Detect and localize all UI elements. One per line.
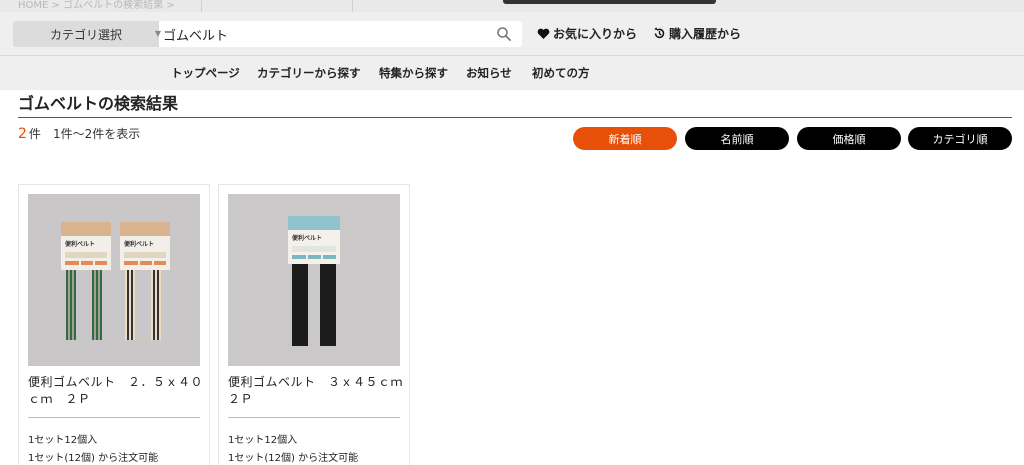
sort-name-button[interactable]: 名前順 — [685, 127, 789, 150]
card-divider — [28, 417, 200, 418]
sort-price-button[interactable]: 価格順 — [797, 127, 901, 150]
product-photo: 便利ベルト — [228, 194, 400, 366]
breadcrumb[interactable]: HOME > ゴムベルトの検索結果 > — [18, 0, 175, 11]
product-card[interactable]: 便利ベルト 便利ベルト 便利ゴムベルト ２．５ｘ４０ｃｍ ２Ｐ 1セット12個入… — [18, 184, 210, 465]
history-icon — [654, 27, 665, 39]
chevron-down-icon: ▼ — [154, 29, 161, 38]
package-label: 便利ベルト — [65, 240, 95, 248]
package-label: 便利ベルト — [124, 240, 154, 248]
nav-item-news[interactable]: お知らせ — [466, 65, 512, 81]
product-image[interactable]: 便利ベルト — [228, 194, 400, 366]
title-divider — [18, 117, 1012, 118]
history-link-label: 購入履歴から — [669, 27, 742, 41]
result-count: 2 件 1件～2件を表示 — [18, 125, 140, 142]
sort-newest-button[interactable]: 新着順 — [573, 127, 677, 150]
top-strip: HOME > ゴムベルトの検索結果 > — [0, 0, 1024, 12]
global-nav: トップページ カテゴリーから探す 特集から探す お知らせ 初めての方 — [0, 65, 1024, 81]
history-link[interactable]: 購入履歴から — [653, 25, 741, 42]
result-count-number: 2 — [18, 126, 27, 142]
category-select[interactable]: カテゴリ選択 ▼ — [13, 21, 161, 47]
category-select-label: カテゴリ選択 — [49, 27, 122, 42]
product-name[interactable]: 便利ゴムベルト ２．５ｘ４０ｃｍ ２Ｐ — [28, 374, 206, 408]
sort-category-button[interactable]: カテゴリ順 — [908, 127, 1012, 150]
product-order-info: 1セット(12個) から注文可能 — [28, 453, 159, 464]
favorites-link-label: お気に入りから — [553, 27, 638, 41]
search-bar: カテゴリ選択 ▼ — [13, 21, 522, 47]
card-divider — [228, 417, 400, 418]
favorites-link[interactable]: お気に入りから — [537, 25, 637, 42]
site-header: カテゴリ選択 ▼ お気に入りから 購入履歴から トップページ カテゴリーから探す… — [0, 12, 1024, 90]
product-set-info: 1セット12個入 — [228, 435, 298, 446]
search-input[interactable] — [159, 21, 522, 47]
nav-item-category[interactable]: カテゴリーから探す — [257, 65, 361, 81]
strip-divider — [352, 0, 353, 12]
nav-item-first-time[interactable]: 初めての方 — [532, 65, 590, 81]
package-label: 便利ベルト — [292, 234, 322, 242]
heart-icon — [537, 28, 550, 39]
page-title: ゴムベルトの検索結果 — [18, 94, 179, 113]
strip-divider — [201, 0, 202, 12]
product-order-info: 1セット(12個) から注文可能 — [228, 453, 359, 464]
nav-item-features[interactable]: 特集から探す — [379, 65, 448, 81]
product-photo: 便利ベルト 便利ベルト — [28, 194, 200, 366]
product-image[interactable]: 便利ベルト 便利ベルト — [28, 194, 200, 366]
product-card[interactable]: 便利ベルト 便利ゴムベルト ３ｘ４５ｃｍ ２Ｐ 1セット12個入 1セット(12… — [218, 184, 415, 465]
search-icon[interactable] — [496, 26, 512, 42]
product-name[interactable]: 便利ゴムベルト ３ｘ４５ｃｍ ２Ｐ — [228, 374, 415, 408]
strip-tab — [503, 0, 716, 4]
header-divider — [0, 55, 1024, 56]
result-count-unit: 件 — [28, 127, 41, 141]
product-set-info: 1セット12個入 — [28, 435, 98, 446]
nav-item-top[interactable]: トップページ — [171, 65, 240, 81]
result-range: 1件～2件を表示 — [52, 127, 141, 141]
